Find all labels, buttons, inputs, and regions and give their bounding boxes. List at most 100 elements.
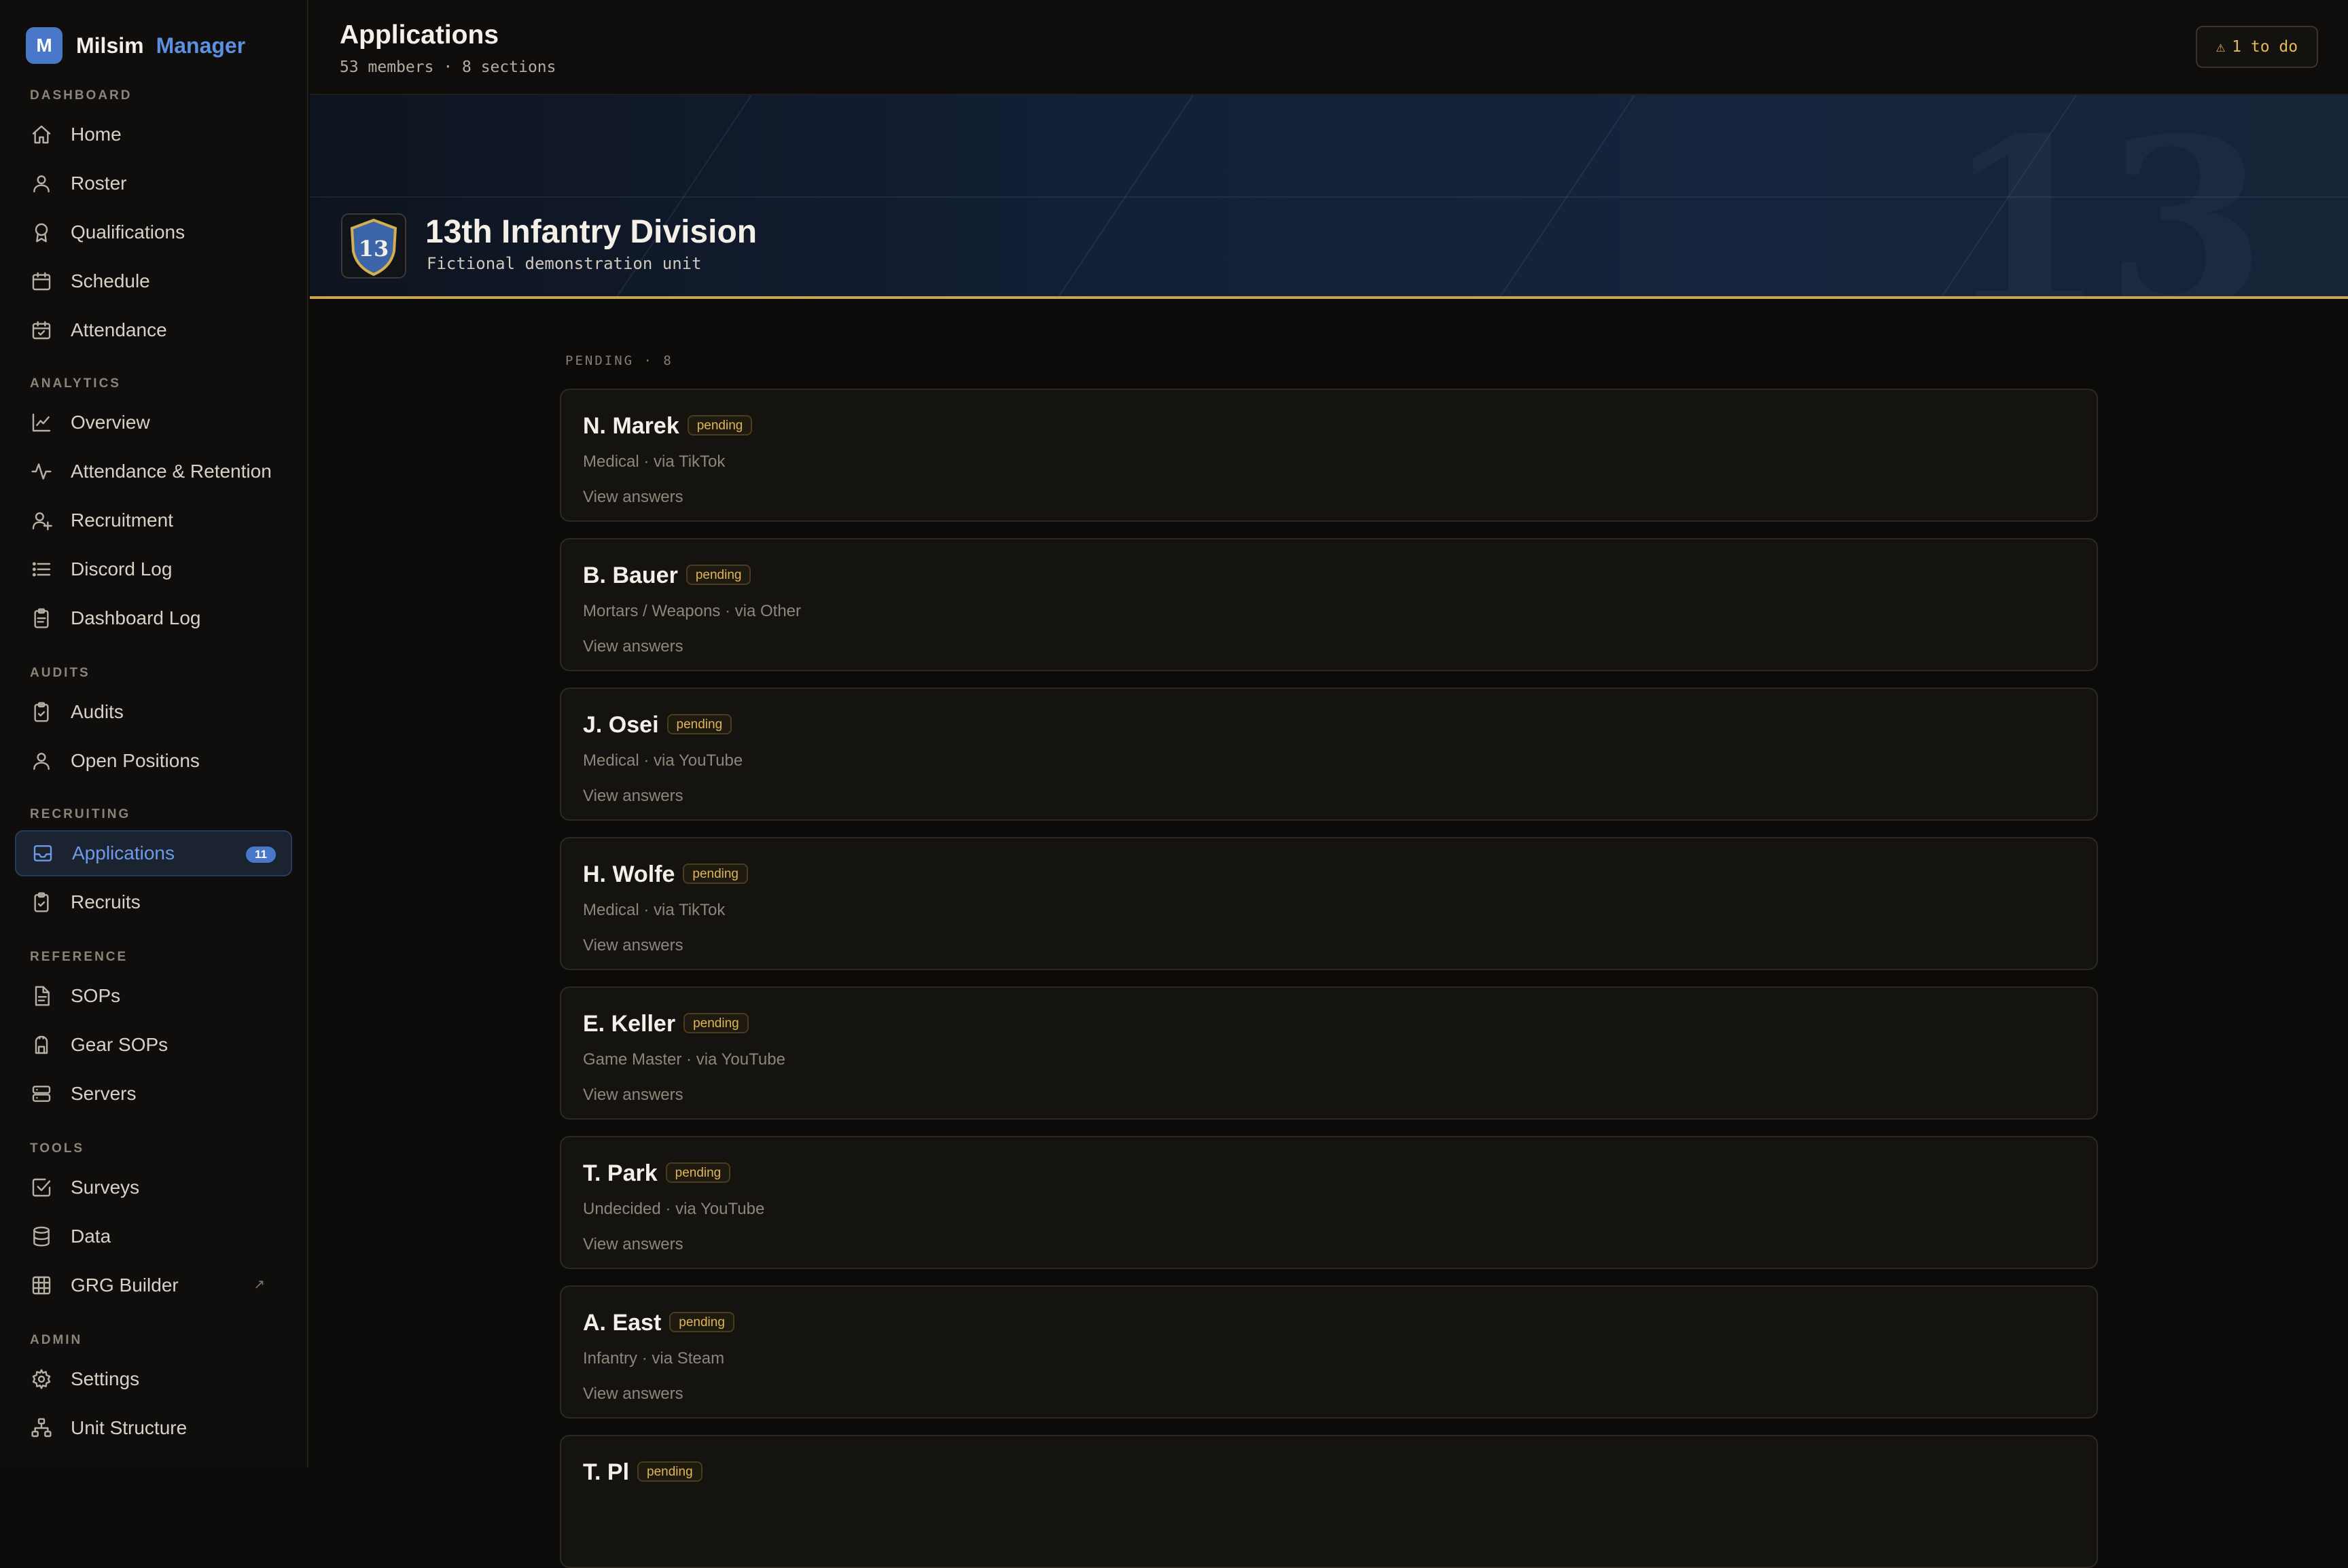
sidebar-item-overview[interactable]: Overview bbox=[15, 399, 292, 446]
clipboard-icon bbox=[30, 607, 53, 630]
application-card[interactable]: T. Park pending Undecided · via YouTube Vie… bbox=[560, 1136, 2098, 1269]
unit-banner: 13 13 13th Infantry Division Fictional d… bbox=[310, 95, 2348, 299]
sidebar-item-label: Applications bbox=[72, 842, 175, 863]
applicant-name-text: H. Wolfe bbox=[583, 861, 675, 887]
brand-name: Milsim bbox=[76, 33, 144, 58]
brand-accent: Manager bbox=[156, 33, 246, 58]
applicant-name-text: T. Pl bbox=[583, 1459, 630, 1485]
nav-heading-tools: TOOLS bbox=[30, 1141, 85, 1156]
application-card[interactable]: N. Marek pending Medical · via TikTok View … bbox=[560, 389, 2098, 522]
nav-heading-dashboard: DASHBOARD bbox=[30, 88, 132, 103]
sidebar-item-sops[interactable]: SOPs bbox=[15, 973, 292, 1019]
sidebar-item-label: Recruitment bbox=[71, 510, 173, 531]
view-answers-link[interactable]: View answers bbox=[583, 787, 683, 806]
check-square-icon bbox=[30, 1176, 53, 1199]
sidebar-item-label: Open Positions bbox=[71, 750, 200, 771]
applicant-name-text: T. Park bbox=[583, 1160, 658, 1186]
org-chart-icon bbox=[30, 1416, 53, 1440]
sidebar-item-roster[interactable]: Roster bbox=[15, 160, 292, 207]
applicant-meta: Infantry · via Steam bbox=[583, 1349, 725, 1368]
applicant-meta: Medical · via YouTube bbox=[583, 751, 743, 770]
page-subtitle: 53 members · 8 sections bbox=[340, 58, 556, 76]
unit-emblem-icon: 13 bbox=[341, 213, 406, 279]
applicant-name: T. Pl pending bbox=[583, 1459, 702, 1486]
applicant-name-text: B. Bauer bbox=[583, 563, 678, 588]
status-badge: pending bbox=[683, 863, 748, 885]
award-icon bbox=[30, 221, 53, 244]
external-link-icon: ↗ bbox=[253, 1277, 265, 1292]
list-icon bbox=[30, 558, 53, 581]
status-badge: pending bbox=[665, 1162, 731, 1183]
view-answers-link[interactable]: View answers bbox=[583, 488, 683, 507]
sidebar-item-home[interactable]: Home bbox=[15, 111, 292, 158]
applicant-name: B. Bauer pending bbox=[583, 563, 751, 589]
status-badge: pending bbox=[683, 1013, 749, 1034]
todo-button[interactable]: ⚠ 1 to do bbox=[2196, 26, 2318, 68]
view-answers-link[interactable]: View answers bbox=[583, 1385, 683, 1404]
application-card[interactable]: E. Keller pending Game Master · via YouTub… bbox=[560, 986, 2098, 1120]
sidebar-item-recruitment[interactable]: Recruitment bbox=[15, 497, 292, 544]
sidebar-item-settings[interactable]: Settings bbox=[15, 1356, 292, 1402]
status-badge: pending bbox=[686, 565, 751, 586]
sidebar-item-open-positions[interactable]: Open Positions bbox=[15, 738, 292, 784]
sidebar-item-label: SOPs bbox=[71, 985, 121, 1006]
sidebar-item-data[interactable]: Data bbox=[15, 1213, 292, 1260]
nav-heading-reference: REFERENCE bbox=[30, 950, 128, 964]
sidebar-item-label: Home bbox=[71, 124, 122, 145]
applicant-meta: Mortars / Weapons · via Other bbox=[583, 602, 801, 620]
unit-description: Fictional demonstration unit bbox=[427, 254, 702, 273]
nav-heading-admin: ADMIN bbox=[30, 1333, 83, 1347]
banner-watermark: 13 bbox=[1944, 95, 2266, 299]
view-answers-link[interactable]: View answers bbox=[583, 637, 683, 656]
sidebar-item-surveys[interactable]: Surveys bbox=[15, 1164, 292, 1211]
sidebar-item-attendance[interactable]: Attendance bbox=[15, 307, 292, 353]
todo-label: 1 to do bbox=[2232, 38, 2298, 56]
applicant-name: A. East pending bbox=[583, 1310, 734, 1336]
sidebar-item-applications[interactable]: Applications 11 bbox=[15, 830, 292, 876]
nav-heading-analytics: ANALYTICS bbox=[30, 376, 121, 391]
view-answers-link[interactable]: View answers bbox=[583, 1086, 683, 1105]
sidebar-item-label: Dashboard Log bbox=[71, 607, 201, 628]
sidebar-item-label: Surveys bbox=[71, 1177, 140, 1198]
sidebar-item-grg-builder[interactable]: GRG Builder ↗ bbox=[15, 1262, 292, 1308]
sidebar-item-unit-structure[interactable]: Unit Structure bbox=[15, 1405, 292, 1451]
sidebar-item-servers[interactable]: Servers bbox=[15, 1071, 292, 1117]
view-answers-link[interactable]: View answers bbox=[583, 1235, 683, 1254]
brand[interactable]: M Milsim Manager bbox=[26, 27, 245, 64]
sidebar-item-recruits[interactable]: Recruits bbox=[15, 879, 292, 925]
sidebar-item-label: Discord Log bbox=[71, 558, 173, 580]
sidebar-item-label: Recruits bbox=[71, 891, 141, 912]
application-card[interactable]: J. Osei pending Medical · via YouTube View … bbox=[560, 688, 2098, 821]
sidebar-item-schedule[interactable]: Schedule bbox=[15, 258, 292, 304]
application-card[interactable]: B. Bauer pending Mortars / Weapons · via O… bbox=[560, 538, 2098, 671]
view-answers-link[interactable]: View answers bbox=[583, 936, 683, 955]
count-badge: 11 bbox=[246, 847, 276, 863]
sidebar-item-label: Audits bbox=[71, 701, 124, 722]
status-badge: pending bbox=[687, 415, 753, 436]
applicant-name: N. Marek pending bbox=[583, 413, 753, 440]
gear-icon bbox=[30, 1368, 53, 1391]
home-icon bbox=[30, 123, 53, 146]
sidebar-item-dashboard-log[interactable]: Dashboard Log bbox=[15, 595, 292, 641]
status-badge: pending bbox=[666, 714, 732, 735]
sidebar-item-audits[interactable]: Audits bbox=[15, 689, 292, 735]
sidebar-item-attendance-retention[interactable]: Attendance & Retention bbox=[15, 448, 292, 495]
page-title: Applications bbox=[340, 20, 499, 50]
sidebar-item-label: GRG Builder bbox=[71, 1275, 179, 1296]
applicant-name: H. Wolfe pending bbox=[583, 861, 748, 888]
sidebar-item-label: Attendance & Retention bbox=[71, 461, 272, 482]
nav-heading-audits: AUDITS bbox=[30, 666, 90, 680]
application-card[interactable]: A. East pending Infantry · via Steam View a… bbox=[560, 1285, 2098, 1419]
backpack-icon bbox=[30, 1033, 53, 1056]
sidebar-item-label: Schedule bbox=[71, 270, 150, 291]
sidebar-item-discord-log[interactable]: Discord Log bbox=[15, 546, 292, 592]
sidebar-item-gear-sops[interactable]: Gear SOPs bbox=[15, 1022, 292, 1068]
sidebar-item-qualifications[interactable]: Qualifications bbox=[15, 209, 292, 255]
status-badge: pending bbox=[637, 1461, 702, 1482]
user-plus-icon bbox=[30, 509, 53, 532]
application-card[interactable]: H. Wolfe pending Medical · via TikTok View … bbox=[560, 837, 2098, 970]
file-icon bbox=[30, 984, 53, 1008]
applicant-name-text: N. Marek bbox=[583, 413, 679, 439]
application-card[interactable]: T. Pl pending bbox=[560, 1435, 2098, 1568]
clipboard-check-icon bbox=[30, 700, 53, 724]
